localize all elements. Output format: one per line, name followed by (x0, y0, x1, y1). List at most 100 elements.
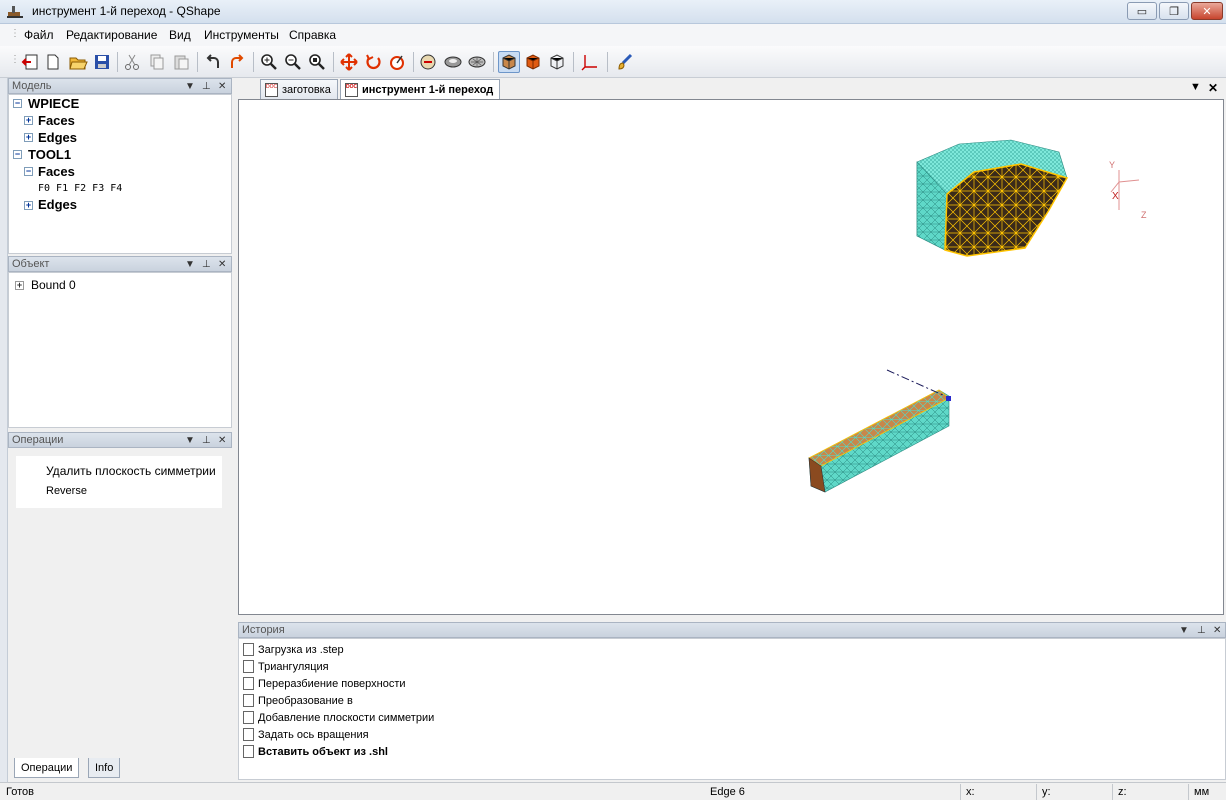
panel-close-icon[interactable]: ✕ (1213, 624, 1221, 638)
shade-button[interactable] (442, 51, 464, 73)
expand-wpiece-edges-icon[interactable]: + (24, 133, 33, 142)
toolbar-separator (607, 52, 608, 72)
tree-node-wpiece-edges[interactable]: Edges (38, 130, 77, 145)
unit-label: мм (1194, 786, 1210, 798)
history-item[interactable]: Триангуляция (243, 658, 329, 675)
toolbar-separator (413, 52, 414, 72)
panel-menu-icon[interactable]: ▼ (185, 80, 195, 94)
history-item[interactable]: Добавление плоскости симметрии (243, 709, 434, 726)
tabs-menu-icon[interactable]: ▼ (1190, 81, 1201, 93)
zoom-fit-button[interactable] (306, 51, 328, 73)
copy-button[interactable] (146, 51, 168, 73)
tab-info[interactable]: Info (88, 758, 121, 778)
status-separator (960, 784, 961, 800)
zoom-in-button[interactable] (258, 51, 280, 73)
history-list: Загрузка из .step Триангуляция Переразби… (238, 638, 1226, 780)
history-item[interactable]: Задать ось вращения (243, 726, 369, 743)
status-separator (1112, 784, 1113, 800)
history-document-icon (243, 711, 254, 724)
workpiece-mesh[interactable] (916, 139, 1069, 257)
tree-node-bound[interactable]: Bound 0 (31, 278, 76, 292)
cut-button[interactable] (121, 51, 143, 73)
menu-edit[interactable]: Редактирование (66, 28, 157, 42)
qshape-app-icon (7, 6, 23, 18)
history-item[interactable]: Преобразование в (243, 692, 353, 709)
measure-button[interactable] (418, 51, 440, 73)
save-button[interactable] (91, 51, 113, 73)
expand-tool1-edges-icon[interactable]: + (24, 201, 33, 210)
mesh-button[interactable] (466, 51, 488, 73)
move-icon (340, 53, 358, 71)
history-document-icon (243, 677, 254, 690)
panel-pin-icon[interactable]: ⊥ (1197, 624, 1206, 638)
3d-viewport[interactable]: Y X Z (238, 99, 1224, 615)
collapse-tool1-icon[interactable]: − (13, 150, 22, 159)
panel-menu-icon[interactable]: ▼ (1179, 624, 1189, 638)
toolbar-separator (253, 52, 254, 72)
toolbar-separator (197, 52, 198, 72)
panel-close-icon[interactable]: ✕ (218, 80, 226, 94)
tab-tool-first-pass[interactable]: DOC инструмент 1-й переход (340, 79, 501, 100)
tree-node-tool1-faces[interactable]: Faces (38, 164, 75, 179)
minimize-button[interactable]: ▭ (1127, 2, 1157, 20)
menu-file[interactable]: Файл (24, 28, 54, 42)
paste-button[interactable] (170, 51, 192, 73)
axis-z-label: Z (1141, 210, 1147, 220)
history-item-label: Добавление плоскости симметрии (258, 711, 435, 724)
export-button[interactable] (19, 51, 41, 73)
zoom-out-icon (285, 54, 301, 70)
panel-pin-icon[interactable]: ⊥ (202, 258, 211, 272)
expand-bound-icon[interactable]: + (15, 281, 24, 290)
tree-faces-list[interactable]: F0 F1 F2 F3 F4 (38, 183, 122, 194)
menu-view[interactable]: Вид (169, 28, 191, 42)
maximize-button[interactable]: ❐ (1159, 2, 1189, 20)
move-button[interactable] (338, 51, 360, 73)
redo-button[interactable] (226, 51, 248, 73)
wireframe-button[interactable] (546, 51, 568, 73)
tabs-close-icon[interactable]: ✕ (1208, 81, 1218, 95)
shaded-edges-button[interactable] (498, 51, 520, 73)
zoom-out-button[interactable] (282, 51, 304, 73)
panel-menu-icon[interactable]: ▼ (185, 434, 195, 448)
tab-operations[interactable]: Операции (14, 758, 80, 778)
tree-node-wpiece-faces[interactable]: Faces (38, 113, 75, 128)
panel-close-icon[interactable]: ✕ (218, 434, 226, 448)
reset-view-button[interactable] (386, 51, 408, 73)
brush-button[interactable] (614, 51, 636, 73)
op-remove-symmetry-plane[interactable]: Удалить плоскость симметрии (46, 464, 216, 478)
history-item[interactable]: Загрузка из .step (243, 641, 344, 658)
axes-button[interactable] (579, 51, 601, 73)
collapse-wpiece-icon[interactable]: − (13, 99, 22, 108)
tree-node-wpiece[interactable]: WPIECE (28, 96, 79, 111)
collapse-tool1-faces-icon[interactable]: − (24, 167, 33, 176)
rotate-button[interactable] (362, 51, 384, 73)
panel-pin-icon[interactable]: ⊥ (202, 434, 211, 448)
menu-help[interactable]: Справка (289, 28, 336, 42)
menu-tools[interactable]: Инструменты (204, 28, 279, 42)
open-button[interactable] (67, 51, 89, 73)
close-window-button[interactable]: ✕ (1191, 2, 1223, 20)
history-panel-header: История ▼ ⊥ ✕ (238, 622, 1226, 638)
new-document-button[interactable] (42, 51, 64, 73)
expand-wpiece-faces-icon[interactable]: + (24, 116, 33, 125)
solid-icon (526, 54, 540, 70)
tree-node-tool1-edges[interactable]: Edges (38, 197, 77, 212)
undo-button[interactable] (202, 51, 224, 73)
axis-x-label: X (1112, 191, 1119, 202)
history-document-icon (243, 643, 254, 656)
panel-menu-icon[interactable]: ▼ (185, 258, 195, 272)
tree-node-tool1[interactable]: TOOL1 (28, 147, 71, 162)
tab-workpiece[interactable]: DOC заготовка (260, 79, 338, 99)
tool-mesh[interactable] (808, 369, 951, 493)
left-panel-tabs: Операции Info (8, 758, 232, 780)
undo-icon (206, 54, 219, 68)
history-item-current[interactable]: Вставить объект из .shl (243, 743, 388, 760)
op-reverse[interactable]: Reverse (46, 485, 87, 497)
history-panel-title: История (242, 624, 285, 636)
solid-button[interactable] (522, 51, 544, 73)
status-separator (1188, 784, 1189, 800)
panel-close-icon[interactable]: ✕ (218, 258, 226, 272)
history-item[interactable]: Переразбиение поверхности (243, 675, 406, 692)
rotation-axis-line (886, 369, 946, 397)
panel-pin-icon[interactable]: ⊥ (202, 80, 211, 94)
